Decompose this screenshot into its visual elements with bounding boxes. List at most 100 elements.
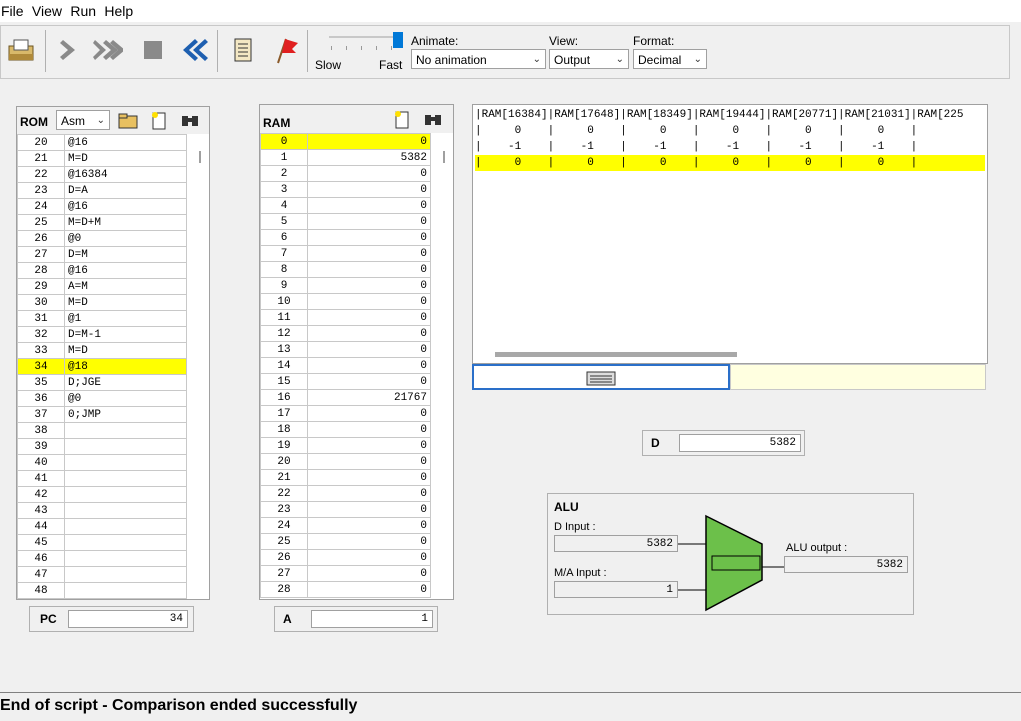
rom-instruction[interactable] (64, 518, 187, 535)
rom-instruction[interactable]: 0;JMP (64, 406, 187, 423)
ram-row[interactable]: 16 21767 (260, 389, 431, 406)
rom-instruction[interactable] (64, 550, 187, 567)
ram-value[interactable]: 0 (307, 565, 431, 582)
ram-row[interactable]: 10 0 (260, 293, 431, 310)
rom-instruction[interactable] (64, 438, 187, 455)
rom-row[interactable]: 41 (17, 470, 187, 487)
ram-row[interactable]: 21 0 (260, 469, 431, 486)
ram-row[interactable]: 70 (260, 245, 431, 262)
load-program-button[interactable] (5, 34, 37, 66)
ram-row[interactable]: 90 (260, 277, 431, 294)
ram-value[interactable]: 0 (307, 181, 431, 198)
rom-row[interactable]: 33 M=D (17, 342, 187, 359)
ram-value[interactable]: 0 (307, 533, 431, 550)
rom-row[interactable]: 36 @0 (17, 390, 187, 407)
open-folder-icon[interactable] (117, 110, 139, 133)
rom-row[interactable]: 44 (17, 518, 187, 535)
ram-value[interactable]: 0 (307, 549, 431, 566)
ram-row[interactable]: 25 0 (260, 533, 431, 550)
ram-value[interactable]: 0 (307, 197, 431, 214)
ram-value[interactable]: 0 (307, 581, 431, 598)
rom-instruction[interactable]: @16 (64, 134, 187, 151)
rom-row[interactable]: 24 @16 (17, 198, 187, 215)
rom-instruction[interactable]: @16 (64, 262, 187, 279)
ram-row[interactable]: 20 0 (260, 453, 431, 470)
ram-value[interactable]: 0 (307, 229, 431, 246)
ram-row[interactable]: 14 0 (260, 357, 431, 374)
rom-instruction[interactable]: @16384 (64, 166, 187, 183)
rom-instruction[interactable]: M=D (64, 294, 187, 311)
stop-button[interactable] (137, 34, 169, 66)
new-file-icon[interactable] (392, 108, 412, 133)
ram-value[interactable]: 0 (307, 357, 431, 374)
rom-row[interactable]: 25 M=D+M (17, 214, 187, 231)
speed-slider-thumb[interactable] (393, 32, 403, 48)
rom-instruction[interactable]: @0 (64, 230, 187, 247)
rom-row[interactable]: 23 D=A (17, 182, 187, 199)
ram-value[interactable]: 0 (307, 165, 431, 182)
rom-instruction[interactable] (64, 566, 187, 583)
view-select[interactable]: Output ⌄ (549, 49, 629, 69)
ram-row[interactable]: 30 (260, 181, 431, 198)
menu-help[interactable]: Help (103, 0, 137, 22)
rom-instruction[interactable] (64, 470, 187, 487)
ram-value[interactable]: 0 (307, 293, 431, 310)
rom-scrollbar[interactable] (199, 151, 201, 163)
ram-row[interactable]: 50 (260, 213, 431, 230)
rom-instruction[interactable] (64, 486, 187, 503)
rom-format-select[interactable]: Asm ⌄ (56, 110, 110, 130)
ram-value[interactable]: 0 (307, 469, 431, 486)
menu-file[interactable]: File (0, 0, 28, 22)
ram-scrollbar[interactable] (443, 151, 445, 163)
rom-instruction[interactable]: M=D (64, 342, 187, 359)
ram-value[interactable]: 0 (307, 485, 431, 502)
rom-instruction[interactable]: D=M (64, 246, 187, 263)
keyboard-input[interactable] (472, 364, 730, 390)
ram-value[interactable]: 0 (307, 437, 431, 454)
rom-row[interactable]: 22 @16384 (17, 166, 187, 183)
rom-row[interactable]: 38 (17, 422, 187, 439)
rom-row[interactable]: 26 @0 (17, 230, 187, 247)
rom-row[interactable]: 46 (17, 550, 187, 567)
rom-row[interactable]: 47 (17, 566, 187, 583)
ram-row[interactable]: 22 0 (260, 485, 431, 502)
rom-instruction[interactable]: D=A (64, 182, 187, 199)
rom-row[interactable]: 35 D;JGE (17, 374, 187, 391)
a-value[interactable]: 1 (311, 610, 433, 628)
rom-row[interactable]: 43 (17, 502, 187, 519)
rom-row[interactable]: 27 D=M (17, 246, 187, 263)
ram-value[interactable]: 0 (307, 261, 431, 278)
ram-row[interactable]: 60 (260, 229, 431, 246)
single-step-button[interactable] (53, 34, 85, 66)
pc-value[interactable]: 34 (68, 610, 188, 628)
speed-slider[interactable] (317, 32, 407, 56)
rom-row[interactable]: 20 @16 (17, 134, 187, 151)
rom-row[interactable]: 28 @16 (17, 262, 187, 279)
ram-value[interactable]: 0 (307, 213, 431, 230)
ram-value[interactable]: 0 (307, 453, 431, 470)
breakpoints-button[interactable] (269, 34, 301, 66)
format-select[interactable]: Decimal ⌄ (633, 49, 707, 69)
ram-value[interactable]: 0 (307, 501, 431, 518)
d-value[interactable]: 5382 (679, 434, 801, 452)
ram-value[interactable]: 0 (307, 373, 431, 390)
rom-instruction[interactable] (64, 582, 187, 599)
ram-row[interactable]: 27 0 (260, 565, 431, 582)
rom-instruction[interactable] (64, 502, 187, 519)
ram-row[interactable]: 20 (260, 165, 431, 182)
output-scrollbar[interactable] (495, 352, 737, 357)
script-button[interactable] (227, 34, 259, 66)
rom-instruction[interactable]: @0 (64, 390, 187, 407)
rom-instruction[interactable]: A=M (64, 278, 187, 295)
ram-value[interactable]: 0 (307, 517, 431, 534)
ram-row[interactable]: 80 (260, 261, 431, 278)
rom-row[interactable]: 45 (17, 534, 187, 551)
rom-instruction[interactable]: @16 (64, 198, 187, 215)
ram-row[interactable]: 00 (260, 133, 431, 150)
animate-select[interactable]: No animation ⌄ (411, 49, 546, 69)
rom-row[interactable]: 32 D=M-1 (17, 326, 187, 343)
rom-row[interactable]: 34 @18 (17, 358, 187, 375)
ram-value[interactable]: 21767 (307, 389, 431, 406)
ram-row[interactable]: 19 0 (260, 437, 431, 454)
rom-instruction[interactable]: M=D+M (64, 214, 187, 231)
